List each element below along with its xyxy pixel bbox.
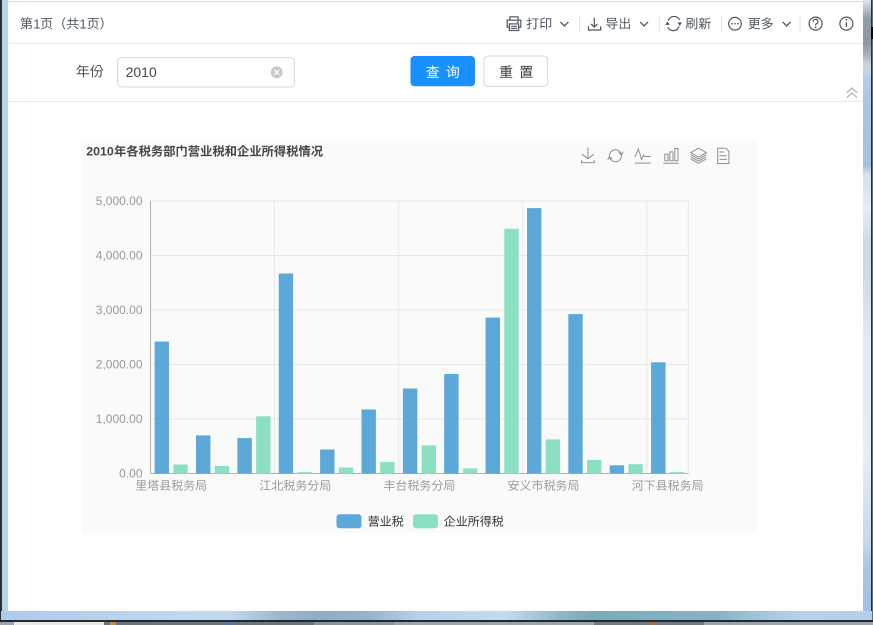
svg-text:1: 1 (33, 16, 40, 31)
svg-text:2010: 2010 (86, 145, 114, 159)
svg-text:2,000.00: 2,000.00 (96, 358, 143, 372)
svg-text:2010: 2010 (126, 63, 157, 79)
svg-text:1,000.00: 1,000.00 (96, 412, 143, 426)
svg-text:1: 1 (79, 16, 86, 31)
svg-text:0.00: 0.00 (119, 467, 143, 481)
svg-text:5,000.00: 5,000.00 (96, 194, 143, 208)
svg-text:4,000.00: 4,000.00 (96, 249, 143, 263)
svg-text:3,000.00: 3,000.00 (96, 303, 143, 317)
